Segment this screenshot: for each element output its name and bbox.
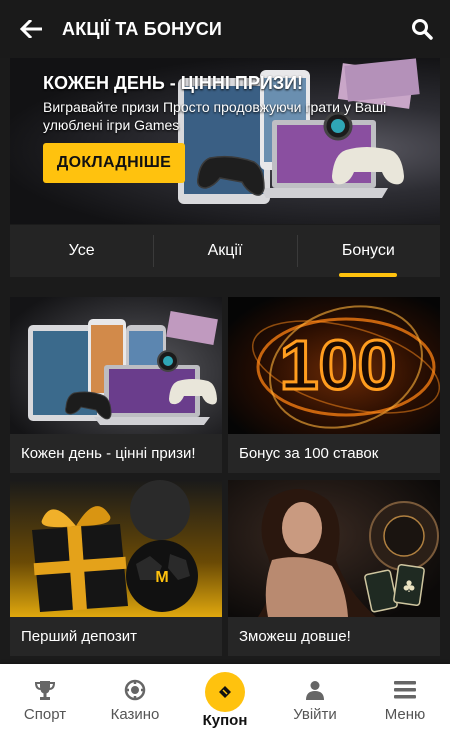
top-bar: АКЦІЇ ТА БОНУСИ bbox=[0, 0, 450, 58]
tab-promotions[interactable]: Акції bbox=[153, 225, 296, 277]
bottom-navigation: Спорт Казино Купон Увійти Меню bbox=[0, 664, 450, 737]
promo-card-play-longer[interactable]: ♣ Зможеш довше! bbox=[228, 480, 440, 656]
page-title: АКЦІЇ ТА БОНУСИ bbox=[62, 18, 223, 39]
ticket-icon bbox=[205, 672, 245, 712]
svg-text:M: M bbox=[155, 569, 168, 586]
promo-card-daily-prizes[interactable]: Кожен день - цінні призи! bbox=[10, 297, 222, 473]
nav-label: Казино bbox=[110, 706, 160, 723]
tab-label: Усе bbox=[68, 242, 95, 259]
card-title: Зможеш довше! bbox=[228, 617, 440, 656]
chip-icon bbox=[124, 679, 146, 701]
nav-sport[interactable]: Спорт bbox=[0, 664, 90, 737]
fire-100-image: 100 bbox=[228, 297, 440, 434]
nav-label: Увійти bbox=[293, 706, 337, 723]
banner-title: КОЖЕН ДЕНЬ - ЦІННІ ПРИЗИ! bbox=[43, 73, 304, 93]
nav-label: Купон bbox=[202, 712, 248, 729]
svg-text:♣: ♣ bbox=[402, 577, 416, 596]
tab-label: Акції bbox=[207, 242, 243, 259]
search-button[interactable] bbox=[394, 0, 450, 58]
banner-text-block: КОЖЕН ДЕНЬ - ЦІННІ ПРИЗИ! Вигравайте при… bbox=[43, 72, 433, 134]
trophy-icon bbox=[34, 679, 56, 701]
card-title: Кожен день - цінні призи! bbox=[10, 434, 222, 473]
search-icon bbox=[412, 19, 433, 40]
tab-label: Бонуси bbox=[341, 242, 395, 259]
nav-coupon[interactable]: Купон bbox=[180, 664, 270, 737]
category-tabs: Усе Акції Бонуси bbox=[10, 225, 440, 277]
more-details-button[interactable]: ДОКЛАДНІШЕ bbox=[43, 143, 185, 183]
casino-woman-image: ♣ bbox=[228, 480, 440, 617]
nav-label: Спорт bbox=[23, 706, 67, 723]
card-title: Бонус за 100 ставок bbox=[228, 434, 440, 473]
hamburger-icon bbox=[394, 679, 416, 701]
promo-card-first-deposit[interactable]: M Перший депозит bbox=[10, 480, 222, 656]
nav-label: Меню bbox=[384, 706, 426, 723]
gift-box-image: M bbox=[10, 480, 222, 617]
card-title: Перший депозит bbox=[10, 617, 222, 656]
nav-login[interactable]: Увійти bbox=[270, 664, 360, 737]
card-image-text: 100 bbox=[280, 326, 397, 404]
nav-casino[interactable]: Казино bbox=[90, 664, 180, 737]
nav-menu[interactable]: Меню bbox=[360, 664, 450, 737]
devices-prizes-image bbox=[10, 297, 222, 434]
arrow-left-icon bbox=[20, 20, 42, 38]
tab-all[interactable]: Усе bbox=[10, 225, 153, 277]
banner-subtitle: Вигравайте призи Просто продовжуючи грат… bbox=[43, 99, 387, 133]
tab-bonuses[interactable]: Бонуси bbox=[296, 225, 440, 277]
back-button[interactable] bbox=[0, 0, 62, 58]
promo-card-100-bets[interactable]: 100 Бонус за 100 ставок bbox=[228, 297, 440, 473]
active-tab-indicator bbox=[339, 273, 398, 277]
promo-banner[interactable]: КОЖЕН ДЕНЬ - ЦІННІ ПРИЗИ! Вигравайте при… bbox=[10, 58, 440, 224]
user-icon bbox=[304, 679, 326, 701]
